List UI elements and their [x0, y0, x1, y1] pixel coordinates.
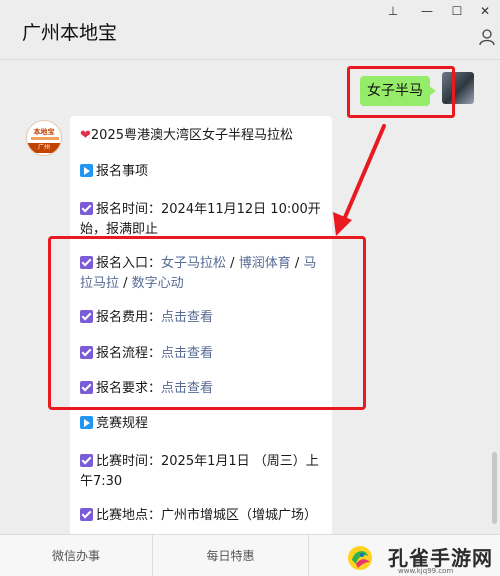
close-icon[interactable]: ✕	[474, 2, 496, 20]
race-time-row: 比赛时间：2025年1月1日 （周三）上	[80, 452, 319, 472]
watermark: 孔雀手游网 www.kjq99.com	[340, 540, 500, 576]
race-venue-row: 比赛地点：广州市增城区（增城广场）	[80, 506, 317, 526]
avatar-city-text: 广州	[27, 143, 61, 153]
checkbox-icon	[80, 508, 93, 521]
section-registration-label: 报名事项	[96, 164, 149, 179]
checkbox-icon	[80, 202, 93, 215]
avatar[interactable]: 本地宝 广州	[26, 120, 62, 156]
chat-header: 广州本地宝 ⊥ — ☐ ✕	[0, 0, 500, 60]
highlight-box-keyword	[347, 66, 455, 118]
avatar-divider	[31, 137, 59, 140]
chat-scrollbar[interactable]	[492, 452, 497, 524]
peacock-logo-icon	[348, 546, 372, 570]
watermark-url: www.kjq99.com	[398, 567, 454, 575]
race-venue-text: 比赛地点：广州市增城区（增城广场）	[96, 508, 318, 523]
checkbox-icon	[80, 454, 93, 467]
race-time-text: 比赛时间：2025年1月1日 （周三）上	[96, 454, 319, 469]
user-profile-icon[interactable]	[478, 28, 496, 46]
section-competition: 竞赛规程	[80, 414, 148, 434]
menu-tab-daily-deals[interactable]: 每日特惠	[153, 535, 308, 576]
play-icon	[80, 416, 93, 429]
menu-tab-wechat-service[interactable]: 微信办事	[0, 535, 152, 576]
avatar-logo-text: 本地宝	[33, 128, 55, 136]
chat-title: 广州本地宝	[22, 22, 118, 44]
bubble-title: 2025粤港澳大湾区女子半程马拉松	[90, 128, 293, 143]
play-icon	[80, 164, 93, 177]
heart-icon: ❤	[80, 128, 91, 143]
pin-icon[interactable]: ⊥	[382, 2, 404, 20]
maximize-icon[interactable]: ☐	[446, 2, 468, 20]
reg-time-row: 报名时间：2024年11月12日 10:00开	[80, 200, 321, 220]
race-time-row-cont: 午7:30	[80, 474, 123, 489]
section-competition-label: 竞赛规程	[96, 416, 149, 431]
highlight-box-entry	[48, 236, 366, 410]
bubble-title-row: ❤2025粤港澳大湾区女子半程马拉松	[80, 126, 293, 146]
reg-time-text: 报名时间：2024年11月12日 10:00开	[96, 202, 321, 217]
section-registration: 报名事项	[80, 162, 148, 182]
minimize-icon[interactable]: —	[416, 2, 438, 20]
menu-divider	[308, 535, 309, 576]
